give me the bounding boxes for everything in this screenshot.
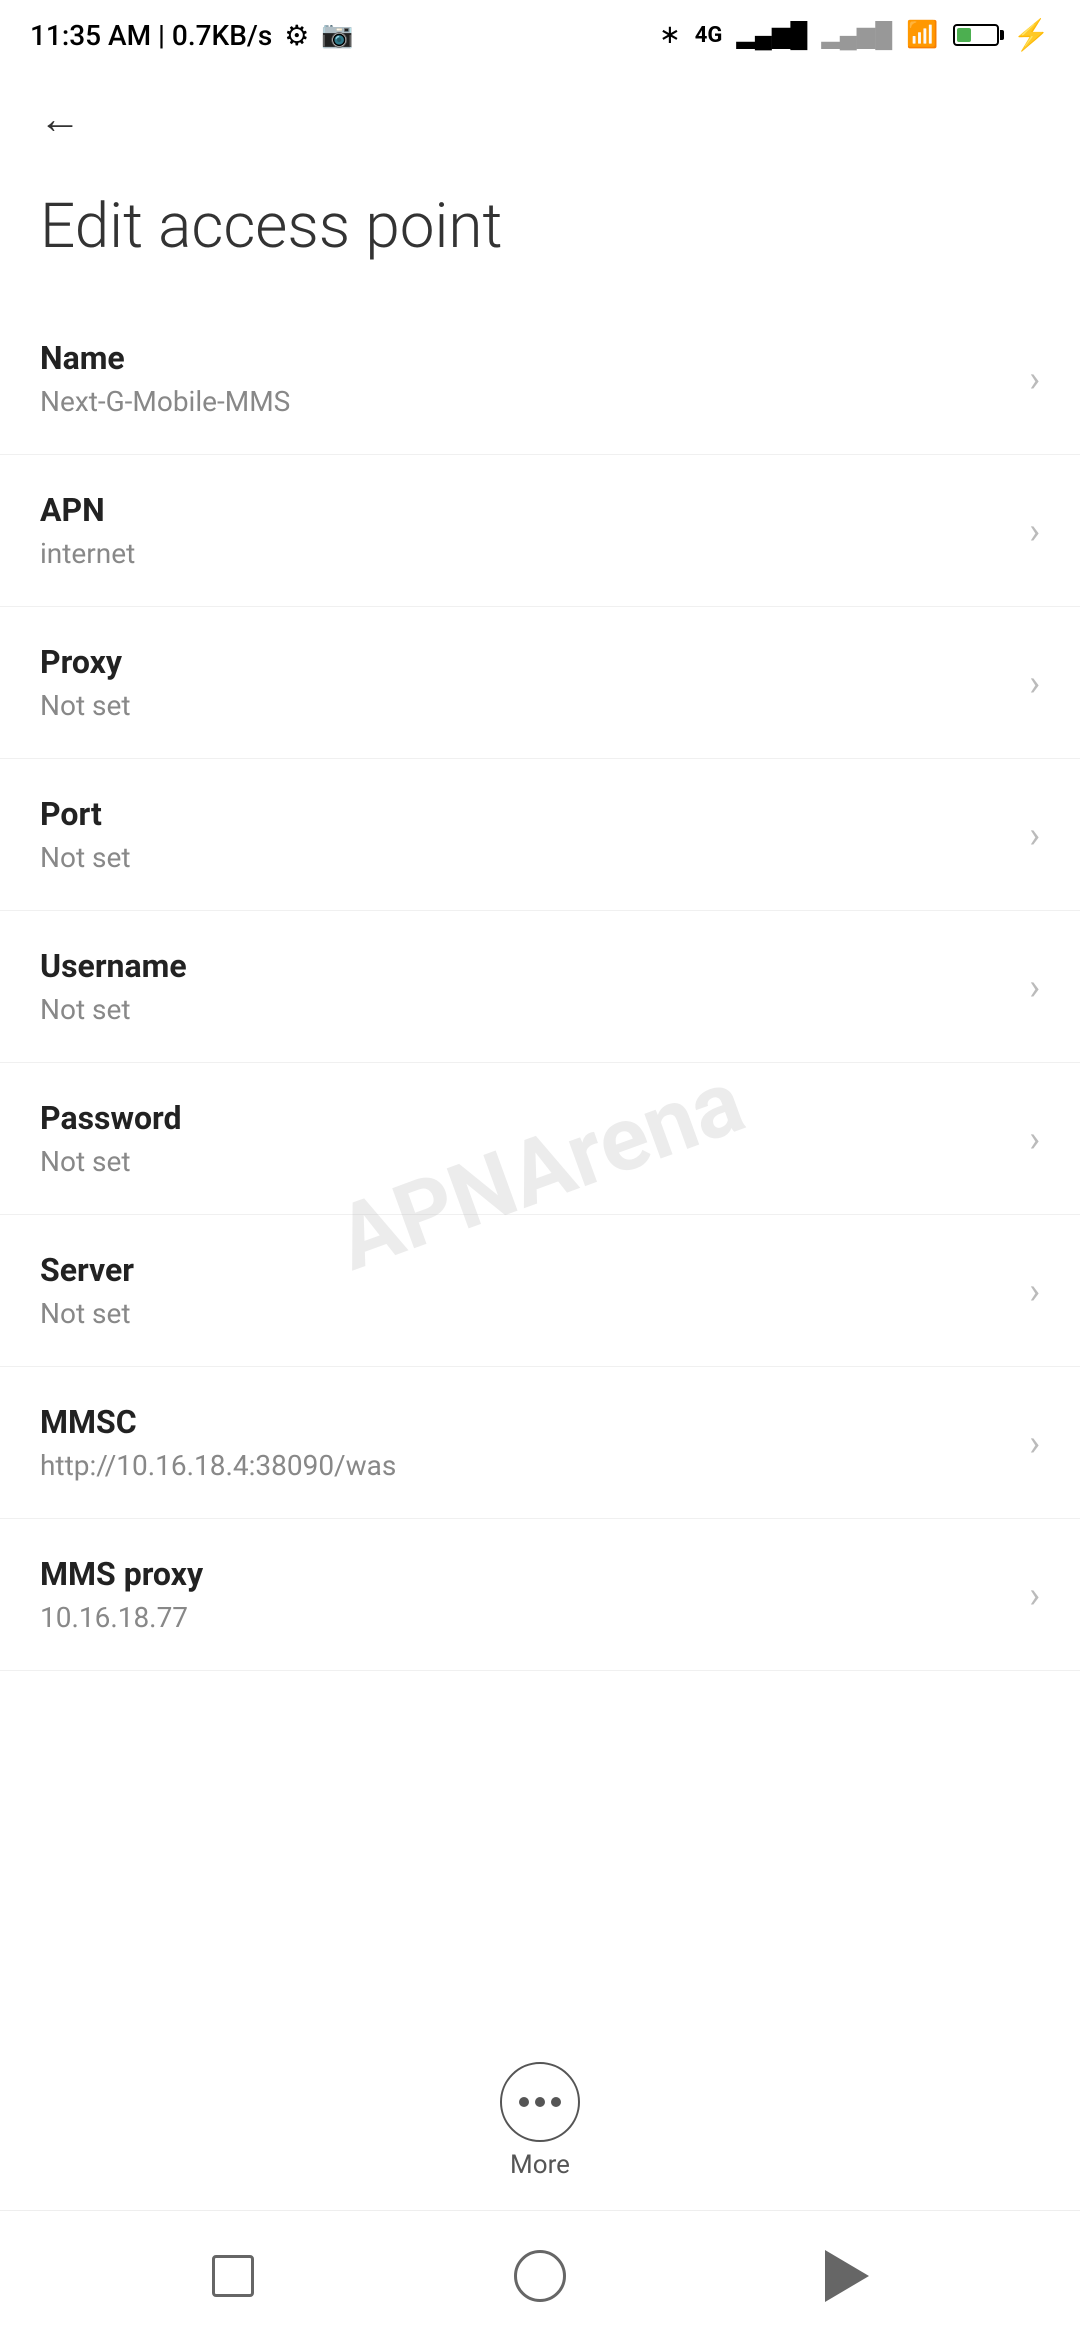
settings-item[interactable]: Port Not set ›: [0, 759, 1080, 911]
settings-item-subtitle: Not set: [40, 1145, 181, 1178]
signal-bars-2-icon: ▂▄▆█: [821, 21, 892, 50]
charging-icon: ⚡: [1013, 18, 1050, 53]
settings-item-content: MMS proxy 10.16.18.77: [40, 1555, 203, 1634]
bluetooth-icon: ∗: [659, 20, 681, 50]
chevron-right-icon: ›: [1029, 1422, 1040, 1464]
back-icon: [825, 2250, 869, 2302]
chevron-right-icon: ›: [1029, 510, 1040, 552]
settings-item-title: Server: [40, 1251, 134, 1289]
settings-item-title: Proxy: [40, 643, 131, 681]
status-bar-right: ∗ 4G ▂▄▆█ ▂▄▆█ 📶 ⚡: [659, 18, 1050, 53]
settings-item-title: APN: [40, 491, 135, 529]
settings-item-content: Name Next-G-Mobile-MMS: [40, 339, 290, 418]
settings-item[interactable]: MMSC http://10.16.18.4:38090/was ›: [0, 1367, 1080, 1519]
camera-icon: 📷: [321, 20, 353, 50]
chevron-right-icon: ›: [1029, 662, 1040, 704]
back-button[interactable]: ←: [30, 90, 90, 150]
time-label: 11:35 AM | 0.7KB/s: [30, 19, 272, 52]
nav-back-button[interactable]: [807, 2236, 887, 2316]
chevron-right-icon: ›: [1029, 358, 1040, 400]
nav-home-button[interactable]: [500, 2236, 580, 2316]
settings-item-subtitle: Not set: [40, 1297, 134, 1330]
settings-icon: ⚙: [284, 19, 309, 52]
settings-item-subtitle: Not set: [40, 689, 131, 722]
settings-item-title: Port: [40, 795, 131, 833]
more-label: More: [510, 2150, 570, 2180]
chevron-right-icon: ›: [1029, 966, 1040, 1008]
settings-item[interactable]: Server Not set ›: [0, 1215, 1080, 1367]
settings-item-subtitle: Next-G-Mobile-MMS: [40, 385, 290, 418]
settings-item-title: Name: [40, 339, 290, 377]
chevron-right-icon: ›: [1029, 1270, 1040, 1312]
settings-item-content: APN internet: [40, 491, 135, 570]
settings-item-content: Port Not set: [40, 795, 131, 874]
chevron-right-icon: ›: [1029, 1574, 1040, 1616]
more-circle-icon: [500, 2062, 580, 2142]
settings-item-content: Password Not set: [40, 1099, 181, 1178]
settings-item-title: Username: [40, 947, 187, 985]
page-title: Edit access point: [0, 170, 1080, 303]
settings-item[interactable]: Username Not set ›: [0, 911, 1080, 1063]
chevron-right-icon: ›: [1029, 814, 1040, 856]
nav-recents-button[interactable]: [193, 2236, 273, 2316]
settings-item-title: MMSC: [40, 1403, 396, 1441]
chevron-right-icon: ›: [1029, 1118, 1040, 1160]
signal-4g-icon: 4G: [695, 23, 723, 48]
settings-item-subtitle: 10.16.18.77: [40, 1601, 203, 1634]
settings-list: Name Next-G-Mobile-MMS › APN internet › …: [0, 303, 1080, 1671]
settings-item-subtitle: Not set: [40, 841, 131, 874]
settings-item-title: Password: [40, 1099, 181, 1137]
home-icon: [514, 2250, 566, 2302]
settings-item-title: MMS proxy: [40, 1555, 203, 1593]
status-bar: 11:35 AM | 0.7KB/s ⚙ 📷 ∗ 4G ▂▄▆█ ▂▄▆█ 📶 …: [0, 0, 1080, 70]
settings-item[interactable]: MMS proxy 10.16.18.77 ›: [0, 1519, 1080, 1671]
more-button[interactable]: More: [500, 2062, 580, 2180]
settings-item-content: Username Not set: [40, 947, 187, 1026]
wifi-icon: 📶: [906, 20, 938, 50]
settings-item-subtitle: internet: [40, 537, 135, 570]
settings-item-subtitle: Not set: [40, 993, 187, 1026]
status-bar-left: 11:35 AM | 0.7KB/s ⚙ 📷: [30, 19, 354, 52]
settings-item-content: Proxy Not set: [40, 643, 131, 722]
back-arrow-icon: ←: [39, 99, 81, 141]
settings-item[interactable]: Password Not set ›: [0, 1063, 1080, 1215]
signal-bars-icon: ▂▄▆█: [736, 21, 807, 50]
settings-item[interactable]: APN internet ›: [0, 455, 1080, 607]
settings-item[interactable]: Name Next-G-Mobile-MMS ›: [0, 303, 1080, 455]
battery-indicator: [953, 24, 999, 46]
settings-item-content: MMSC http://10.16.18.4:38090/was: [40, 1403, 396, 1482]
settings-item[interactable]: Proxy Not set ›: [0, 607, 1080, 759]
nav-bar: [0, 2210, 1080, 2340]
settings-item-subtitle: http://10.16.18.4:38090/was: [40, 1449, 396, 1482]
recents-icon: [212, 2255, 254, 2297]
settings-item-content: Server Not set: [40, 1251, 134, 1330]
toolbar: ←: [0, 70, 1080, 170]
